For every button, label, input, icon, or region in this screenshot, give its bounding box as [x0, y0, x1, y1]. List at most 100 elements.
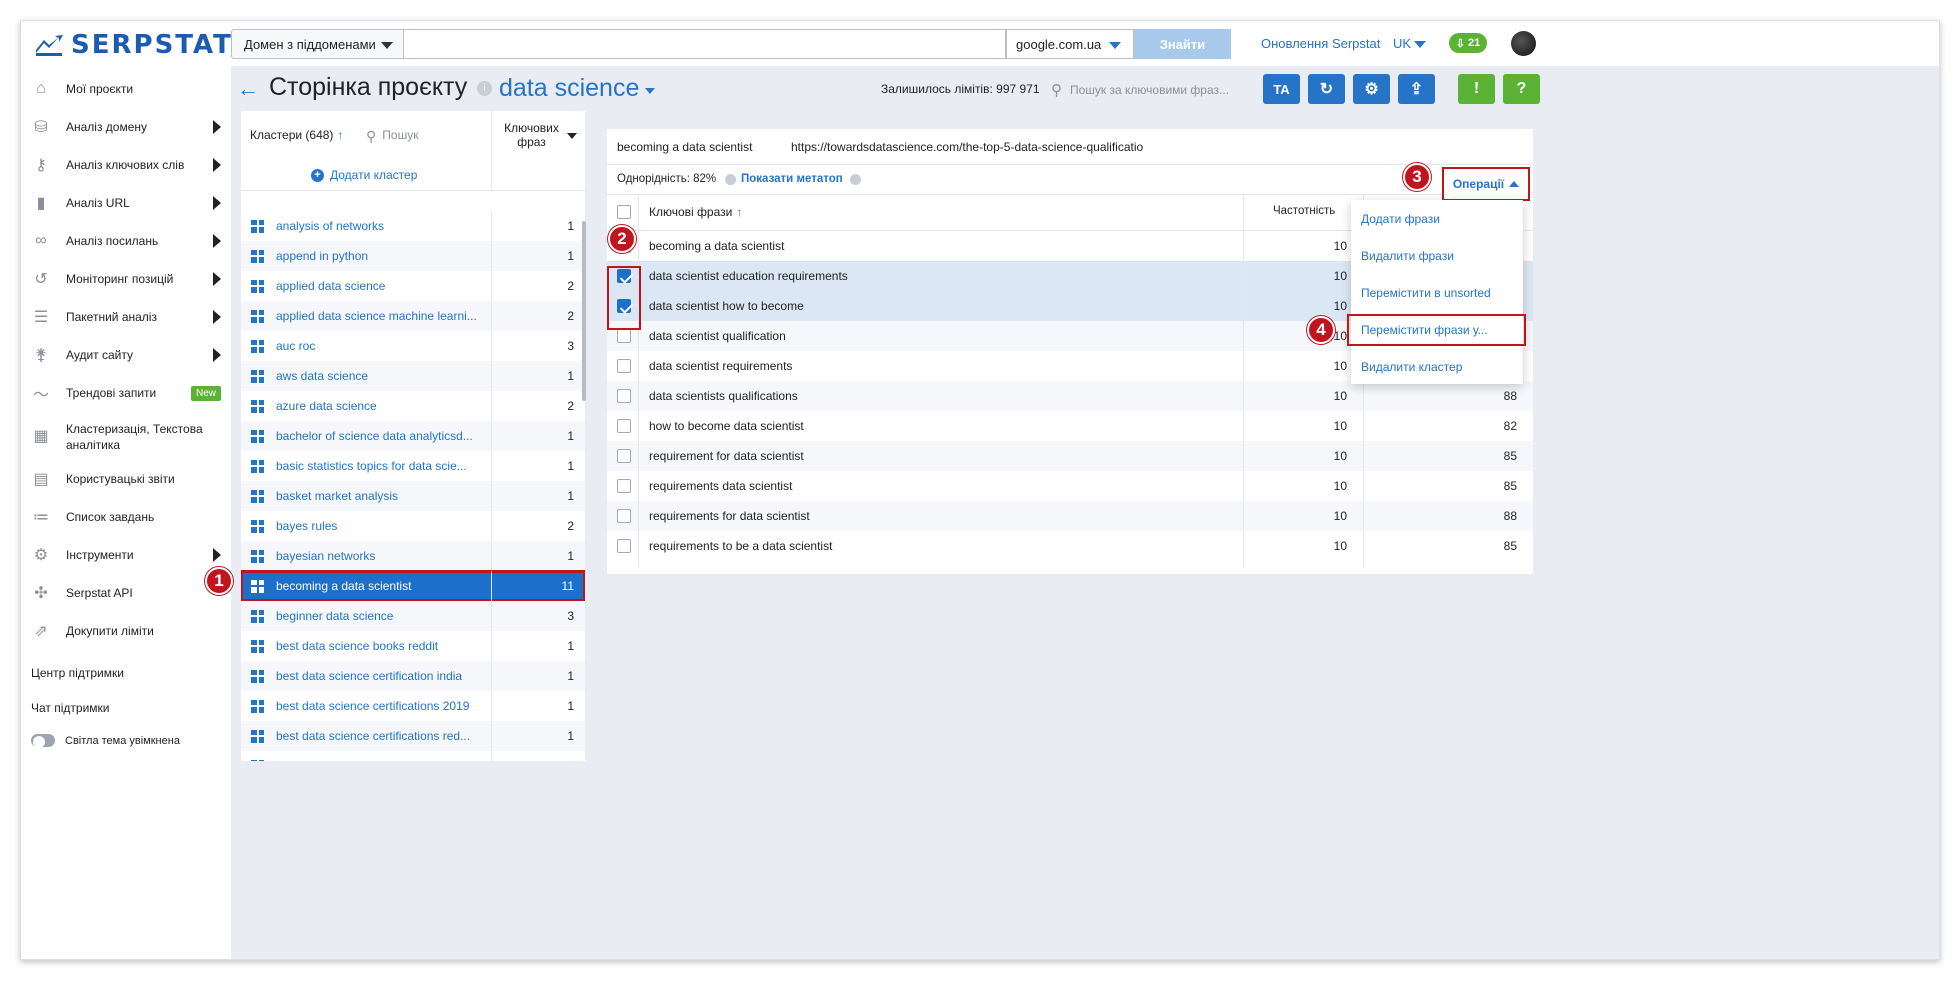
updates-link[interactable]: Оновлення Serpstat: [1261, 36, 1380, 51]
cluster-row[interactable]: becoming a data scientist 11: [241, 570, 585, 602]
settings-button[interactable]: ⚙: [1353, 74, 1390, 104]
menu-item-delete-phrases[interactable]: Видалити фрази: [1361, 249, 1454, 263]
sidebar-item-projects[interactable]: ⌂ Мої проєкти: [31, 79, 221, 99]
help-button[interactable]: ?: [1503, 74, 1540, 104]
operations-button[interactable]: Операції: [1442, 167, 1530, 201]
cluster-name: best data science course: [276, 759, 481, 761]
sidebar-item-task-list[interactable]: ≔ Список завдань: [31, 507, 221, 527]
cluster-row[interactable]: analysis of networks 1: [241, 211, 585, 241]
cluster-row[interactable]: best data science certification india 1: [241, 661, 585, 691]
sidebar-item-site-audit[interactable]: ⚵ Аудит сайту: [31, 345, 221, 365]
cluster-row[interactable]: bayes rules 2: [241, 511, 585, 541]
avatar[interactable]: [1511, 31, 1536, 56]
cluster-row[interactable]: best data science books reddit 1: [241, 631, 585, 661]
cluster-row[interactable]: best data science certifications 2019 1: [241, 691, 585, 721]
keyword-frequency: 10: [1333, 239, 1347, 253]
menu-item-delete-cluster[interactable]: Видалити кластер: [1361, 360, 1462, 374]
cluster-row[interactable]: auc roc 3: [241, 331, 585, 361]
clusters-list: analysis of networks 1 append in python 1 ap…: [241, 191, 585, 761]
cluster-row[interactable]: best data science certifications red... 1: [241, 721, 585, 751]
cluster-keyword-count: 1: [491, 361, 585, 391]
keyword-row[interactable]: data scientists qualifications 10 88: [607, 381, 1533, 411]
sidebar-item-trends[interactable]: 〜 Трендові запити New: [31, 383, 221, 404]
cluster-grid-icon: [251, 369, 264, 383]
domain-mode-select[interactable]: Домен з піддоменами: [231, 29, 404, 59]
clusters-title[interactable]: Кластери (648) ↑: [250, 128, 343, 142]
toggle-switch[interactable]: [31, 734, 55, 748]
clusters-search[interactable]: ⚲ Пошук: [366, 128, 418, 145]
scrollbar[interactable]: [582, 221, 586, 401]
keyword-row[interactable]: requirements to be a data scientist 10 85: [607, 531, 1533, 561]
keyword-row[interactable]: requirement for data scientist 10 85: [607, 441, 1533, 471]
sidebar-item-batch-analysis[interactable]: ☰ Пакетний аналіз: [31, 307, 221, 327]
find-button[interactable]: Знайти: [1134, 29, 1231, 59]
keyword-row[interactable]: requirements for data scientist 10 88: [607, 501, 1533, 531]
frequency-column-header[interactable]: Частотність: [1273, 205, 1335, 217]
support-center-link[interactable]: Центр підтримки: [31, 666, 124, 680]
sidebar-item-tools[interactable]: ⚙ Інструменти: [31, 545, 221, 565]
sidebar-item-domain-analysis[interactable]: ⛁ Аналіз домену: [31, 117, 221, 137]
row-checkbox[interactable]: [617, 539, 631, 553]
export-button[interactable]: ⇪: [1398, 74, 1435, 104]
search-engine-select[interactable]: google.com.ua: [1006, 29, 1134, 59]
theme-toggle[interactable]: Світла тема увімкнена: [31, 734, 180, 748]
sidebar-item-url-analysis[interactable]: ▮ Аналіз URL: [31, 193, 221, 213]
cluster-row[interactable]: basket market analysis 1: [241, 481, 585, 511]
sidebar-item-buy-limits[interactable]: ⇗ Докупити ліміти: [31, 621, 221, 641]
keyword-phrase: data scientist qualification: [649, 329, 786, 343]
keyword-count-header[interactable]: Ключових фраз: [491, 111, 585, 191]
info-icon[interactable]: [850, 174, 861, 185]
sidebar-item-clustering[interactable]: ▦ Кластеризація, Текстова аналітика: [31, 421, 221, 453]
cluster-row[interactable]: azure data science 2: [241, 391, 585, 421]
cluster-name: bayesian networks: [276, 549, 376, 563]
language-select[interactable]: UK: [1393, 36, 1427, 51]
row-checkbox[interactable]: [617, 479, 631, 493]
cluster-row[interactable]: bayesian networks 1: [241, 541, 585, 571]
info-icon[interactable]: i: [477, 81, 492, 96]
text-analytics-button[interactable]: TA: [1263, 74, 1300, 104]
sidebar-item-api[interactable]: ✣ Serpstat API: [31, 583, 221, 603]
back-arrow-icon[interactable]: ←: [237, 76, 259, 102]
feedback-button[interactable]: !: [1458, 74, 1495, 104]
sidebar-item-keyword-analysis[interactable]: ⚷ Аналіз ключових слів: [31, 155, 221, 175]
cluster-url[interactable]: https://towardsdatascience.com/the-top-5…: [791, 140, 1155, 154]
menu-item-add-phrases[interactable]: Додати фрази: [1361, 212, 1440, 226]
row-checkbox[interactable]: [617, 449, 631, 463]
sidebar-item-link-analysis[interactable]: ∞ Аналіз посилань: [31, 231, 221, 251]
chevron-down-icon: [1414, 41, 1427, 49]
keyword-search[interactable]: ⚲ Пошук за ключовими фраз...: [1051, 81, 1229, 99]
cluster-row[interactable]: bachelor of science data analyticsd... 1: [241, 421, 585, 451]
menu-item-move-to-unsorted[interactable]: Перемістити в unsorted: [1361, 286, 1491, 300]
keyword-row[interactable]: requirements data scientist 10 85: [607, 471, 1533, 501]
cluster-row[interactable]: aws data science 1: [241, 361, 585, 391]
sidebar-item-custom-reports[interactable]: ▤ Користувацькі звіти: [31, 469, 221, 489]
info-icon[interactable]: [725, 174, 736, 185]
refresh-button[interactable]: ↻: [1308, 74, 1345, 104]
phrases-column-header[interactable]: Ключові фрази ↑: [649, 205, 742, 219]
cluster-keyword-count: 1: [491, 481, 585, 511]
cluster-row[interactable]: basic statistics topics for data scie...…: [241, 451, 585, 481]
refresh-icon: ↻: [1319, 81, 1334, 98]
sidebar-item-rank-tracker[interactable]: ↺ Моніторинг позицій: [31, 269, 221, 289]
chevron-down-icon[interactable]: [645, 88, 655, 94]
row-checkbox[interactable]: [617, 329, 631, 343]
show-metatop-link[interactable]: Показати метатоп: [741, 173, 843, 185]
row-checkbox[interactable]: [617, 509, 631, 523]
cluster-row[interactable]: beginner data science 3: [241, 601, 585, 631]
serpstat-logo[interactable]: SERPSTAT: [35, 29, 233, 61]
row-checkbox[interactable]: [617, 359, 631, 373]
cluster-row[interactable]: append in python 1: [241, 241, 585, 271]
cluster-row[interactable]: best data science course 12: [241, 751, 585, 761]
keyword-row[interactable]: how to become data scientist 10 82: [607, 411, 1533, 441]
keyword-homogeneity: 85: [1503, 539, 1517, 553]
row-checkbox[interactable]: [617, 419, 631, 433]
row-checkbox[interactable]: [617, 389, 631, 403]
downloads-badge[interactable]: ⇩ 21: [1449, 33, 1487, 53]
project-name[interactable]: data science: [499, 74, 639, 103]
search-input[interactable]: [404, 29, 1006, 59]
cluster-row[interactable]: applied data science machine learni... 2: [241, 301, 585, 331]
cluster-row[interactable]: applied data science 2: [241, 271, 585, 301]
add-cluster-button[interactable]: + Додати кластер: [311, 168, 417, 182]
support-chat-link[interactable]: Чат підтримки: [31, 701, 109, 715]
select-all-checkbox[interactable]: [617, 205, 631, 219]
